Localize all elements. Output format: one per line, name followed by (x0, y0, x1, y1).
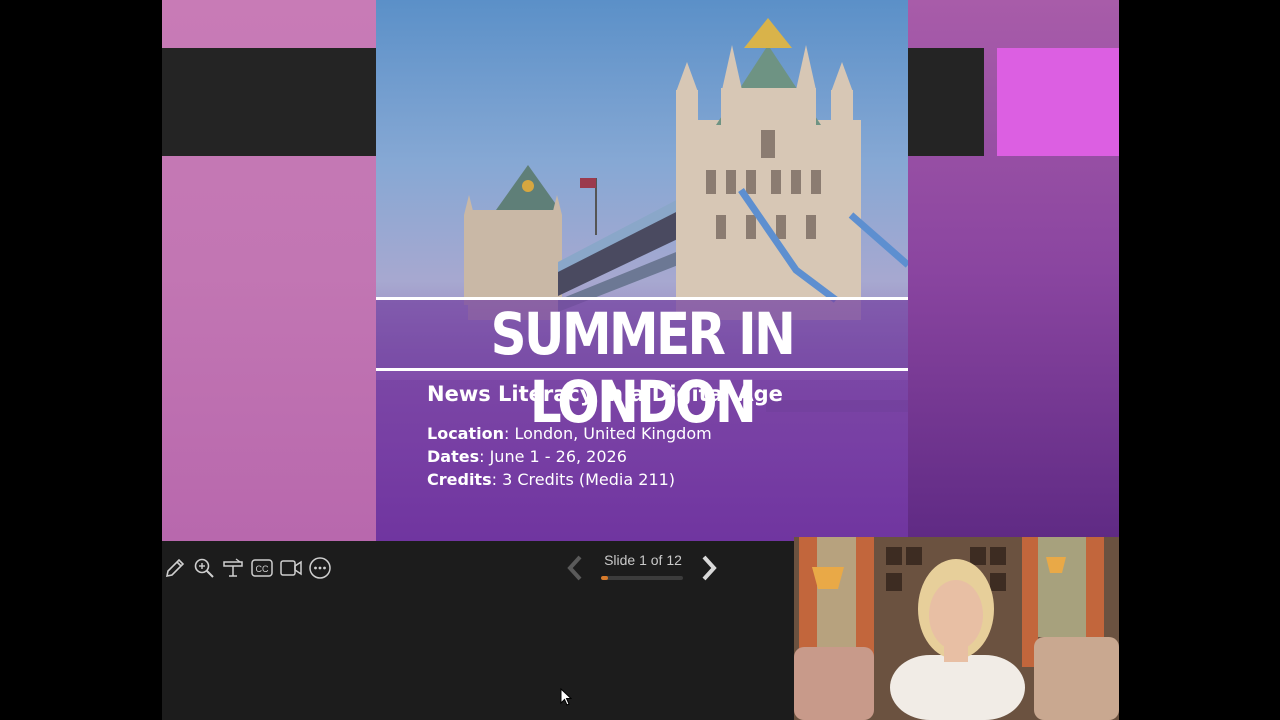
credits-line: Credits: 3 Credits (Media 211) (427, 470, 675, 489)
pen-icon (165, 558, 184, 578)
svg-text:CC: CC (255, 564, 268, 574)
presentation-viewer: SUMMER IN LONDON News Literacy in a Digi… (162, 0, 1119, 720)
zoom-tool-button[interactable] (191, 555, 216, 581)
dates-value: : June 1 - 26, 2026 (479, 447, 627, 466)
mouse-cursor-icon (560, 688, 572, 706)
credits-value: : 3 Credits (Media 211) (491, 470, 676, 489)
slide-progress-fill (601, 576, 608, 580)
location-line: Location: London, United Kingdom (427, 424, 712, 443)
slide-progress-bar (601, 576, 683, 580)
camera-button[interactable] (278, 555, 303, 581)
camera-icon (279, 560, 302, 576)
more-options-button[interactable] (307, 555, 332, 581)
credits-label: Credits (427, 470, 492, 489)
presenter-video (794, 537, 1119, 720)
slide-navigation: Slide 1 of 12 (562, 548, 722, 588)
previous-slide-button[interactable] (562, 552, 588, 584)
tower-bridge-photo: SUMMER IN LONDON News Literacy in a Digi… (376, 0, 908, 541)
dates-line: Dates: June 1 - 26, 2026 (427, 447, 627, 466)
closed-captions-icon: CC (250, 559, 273, 577)
dark-accent-bar-left (162, 48, 376, 156)
pen-tool-button[interactable] (162, 555, 187, 581)
laser-pointer-icon (222, 558, 243, 577)
presenter-video-frame (794, 537, 1119, 720)
slide-subtitle: News Literacy in a Digital Age (427, 382, 783, 406)
next-slide-button[interactable] (696, 552, 722, 584)
slide-canvas: SUMMER IN LONDON News Literacy in a Digi… (162, 0, 1119, 541)
zoom-icon (194, 558, 214, 578)
location-label: Location (427, 424, 504, 443)
slide-title: SUMMER IN LONDON (490, 300, 796, 436)
more-options-icon (308, 557, 331, 579)
laser-pointer-button[interactable] (220, 555, 245, 581)
magenta-accent-block (997, 48, 1119, 156)
location-value: : London, United Kingdom (503, 424, 712, 443)
captions-button[interactable]: CC (249, 555, 274, 581)
slide-counter: Slide 1 of 12 (604, 552, 682, 568)
dates-label: Dates (427, 447, 480, 466)
dark-accent-bar-right (908, 48, 984, 156)
presenter-toolbar: CC (162, 553, 332, 583)
